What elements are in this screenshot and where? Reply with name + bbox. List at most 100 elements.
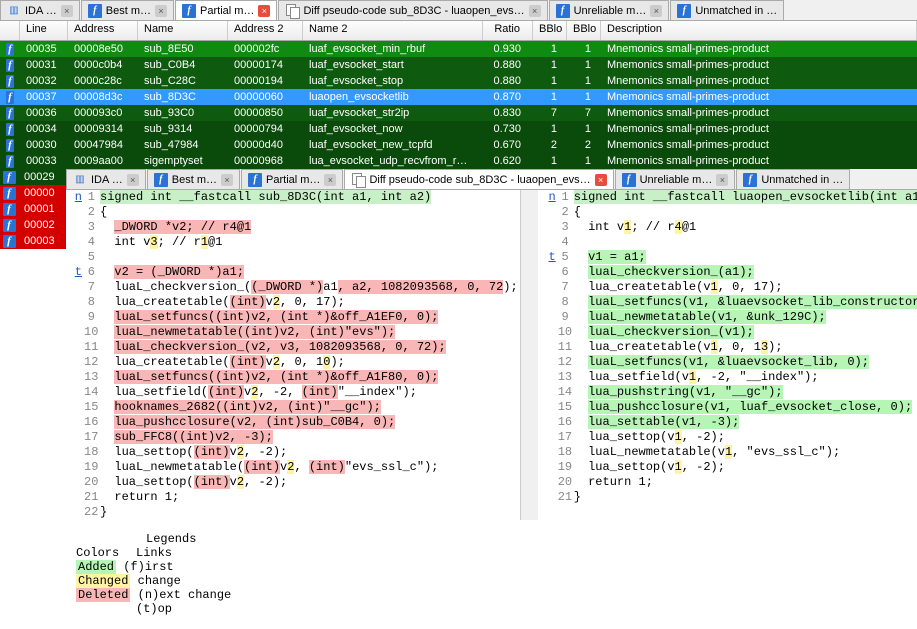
close-icon[interactable]: × bbox=[595, 174, 607, 186]
col-ratio[interactable]: Ratio bbox=[483, 21, 533, 40]
code-line[interactable]: 13 lua_setfield(v1, -2, "__index"); bbox=[540, 370, 917, 385]
col-name2[interactable]: Name 2 bbox=[303, 21, 483, 40]
close-icon[interactable]: × bbox=[716, 174, 728, 186]
close-icon[interactable]: × bbox=[650, 5, 662, 17]
col-address[interactable]: Address bbox=[68, 21, 138, 40]
function-icon: f bbox=[6, 123, 14, 136]
table-row[interactable]: f00003 bbox=[0, 233, 66, 249]
tab[interactable]: fBest m…× bbox=[147, 169, 240, 189]
code-line[interactable]: 18 lua_settop((int)v2, -2); bbox=[66, 445, 518, 460]
grid-header: Line Address Name Address 2 Name 2 Ratio… bbox=[0, 21, 917, 41]
table-row[interactable]: f00001 bbox=[0, 201, 66, 217]
code-line[interactable]: 20 return 1; bbox=[540, 475, 917, 490]
table-row[interactable]: f00002 bbox=[0, 217, 66, 233]
code-line[interactable]: n1signed int __fastcall luaopen_evsocket… bbox=[540, 190, 917, 205]
code-line[interactable]: 19 lua_settop(v1, -2); bbox=[540, 460, 917, 475]
code-line[interactable]: 17 lua_settop(v1, -2); bbox=[540, 430, 917, 445]
tab[interactable]: Diff pseudo-code sub_8D3C - luaopen_evs…… bbox=[344, 169, 613, 189]
close-icon[interactable]: × bbox=[155, 5, 167, 17]
code-line[interactable]: 15 lua_pushcclosure(v1, luaf_evsocket_cl… bbox=[540, 400, 917, 415]
code-line[interactable]: 3 int v1; // r4@1 bbox=[540, 220, 917, 235]
code-line[interactable]: 5 bbox=[66, 250, 518, 265]
close-icon[interactable]: × bbox=[61, 5, 73, 17]
code-line[interactable]: t5 v1 = a1; bbox=[540, 250, 917, 265]
close-icon[interactable]: × bbox=[127, 174, 139, 186]
col-line[interactable]: Line bbox=[20, 21, 68, 40]
scrollbar[interactable] bbox=[520, 190, 538, 520]
code-line[interactable]: 8 lua_createtable((int)v2, 0, 17); bbox=[66, 295, 518, 310]
tab[interactable]: Diff pseudo-code sub_8D3C - luaopen_evs…… bbox=[278, 0, 547, 20]
code-line[interactable]: 2{ bbox=[540, 205, 917, 220]
code-line[interactable]: 16 lua_settable(v1, -3); bbox=[540, 415, 917, 430]
function-icon: f bbox=[182, 4, 196, 18]
code-line[interactable]: 6 luaL_checkversion_(a1); bbox=[540, 265, 917, 280]
right-code-pane[interactable]: n1signed int __fastcall luaopen_evsocket… bbox=[540, 190, 917, 520]
function-icon: f bbox=[154, 173, 168, 187]
close-icon[interactable]: × bbox=[221, 174, 233, 186]
col-address2[interactable]: Address 2 bbox=[228, 21, 303, 40]
code-line[interactable]: 9 luaL_newmetatable(v1, &unk_129C); bbox=[540, 310, 917, 325]
table-row[interactable]: f00000 bbox=[0, 185, 66, 201]
code-line[interactable]: 17 sub_FFC8((int)v2, -3); bbox=[66, 430, 518, 445]
table-row[interactable]: f000320000c28csub_C28C00000194luaf_evsoc… bbox=[0, 73, 917, 89]
code-line[interactable]: 16 lua_pushcclosure(v2, (int)sub_C0B4, 0… bbox=[66, 415, 518, 430]
close-icon[interactable]: × bbox=[258, 5, 270, 17]
col-bbl2[interactable]: BBlo bbox=[567, 21, 601, 40]
inner-tabbar: ▥IDA …×fBest m…×fPartial m…×Diff pseudo-… bbox=[66, 169, 917, 190]
function-icon: f bbox=[3, 187, 16, 200]
code-line[interactable]: 11 luaL_checkversion_(v2, v3, 1082093568… bbox=[66, 340, 518, 355]
table-row[interactable]: f000330009aa00sigemptyset00000968lua_evs… bbox=[0, 153, 917, 169]
code-line[interactable]: n1signed int __fastcall sub_8D3C(int a1,… bbox=[66, 190, 518, 205]
code-line[interactable]: 20 lua_settop((int)v2, -2); bbox=[66, 475, 518, 490]
tab[interactable]: ▥IDA …× bbox=[0, 0, 80, 20]
tab[interactable]: fUnreliable m…× bbox=[549, 0, 670, 20]
code-line[interactable]: 9 luaL_setfuncs((int)v2, (int *)&off_A1E… bbox=[66, 310, 518, 325]
code-line[interactable]: 14 lua_pushstring(v1, "__gc"); bbox=[540, 385, 917, 400]
table-row[interactable]: f0003400009314sub_931400000794luaf_evsoc… bbox=[0, 121, 917, 137]
tab[interactable]: fBest m…× bbox=[81, 0, 174, 20]
tab[interactable]: fPartial m…× bbox=[241, 169, 343, 189]
code-line[interactable]: 10 luaL_checkversion_(v1); bbox=[540, 325, 917, 340]
code-line[interactable]: 22} bbox=[66, 505, 518, 520]
function-icon: f bbox=[622, 173, 636, 187]
col-bbl1[interactable]: BBlo bbox=[533, 21, 567, 40]
code-line[interactable]: 7 lua_createtable(v1, 0, 17); bbox=[540, 280, 917, 295]
function-icon: f bbox=[6, 139, 14, 152]
tab[interactable]: fUnreliable m…× bbox=[615, 169, 736, 189]
code-line[interactable]: 4 bbox=[540, 235, 917, 250]
code-line[interactable]: 21} bbox=[540, 490, 917, 505]
table-row[interactable]: f0003000047984sub_4798400000d40luaf_evso… bbox=[0, 137, 917, 153]
table-row[interactable]: f00036000093c0sub_93C000000850luaf_evsoc… bbox=[0, 105, 917, 121]
code-line[interactable]: 3 _DWORD *v2; // r4@1 bbox=[66, 220, 518, 235]
code-line[interactable]: 10 luaL_newmetatable((int)v2, (int)"evs"… bbox=[66, 325, 518, 340]
code-line[interactable]: 15 hooknames_2682((int)v2, (int)"__gc"); bbox=[66, 400, 518, 415]
code-line[interactable]: 18 luaL_newmetatable(v1, "evs_ssl_c"); bbox=[540, 445, 917, 460]
code-line[interactable]: 19 luaL_newmetatable((int)v2, (int)"evs_… bbox=[66, 460, 518, 475]
code-line[interactable]: 13 luaL_setfuncs((int)v2, (int *)&off_A1… bbox=[66, 370, 518, 385]
col-name[interactable]: Name bbox=[138, 21, 228, 40]
code-line[interactable]: 8 luaL_setfuncs(v1, &luaevsocket_lib_con… bbox=[540, 295, 917, 310]
code-line[interactable]: 2{ bbox=[66, 205, 518, 220]
code-line[interactable]: t6 v2 = (_DWORD *)a1; bbox=[66, 265, 518, 280]
close-icon[interactable]: × bbox=[529, 5, 541, 17]
table-row[interactable]: f00029 bbox=[0, 169, 66, 185]
tab[interactable]: fPartial m…× bbox=[175, 0, 277, 20]
tab[interactable]: fUnmatched in … bbox=[736, 169, 850, 189]
table-row[interactable]: f000310000c0b4sub_C0B400000174luaf_evsoc… bbox=[0, 57, 917, 73]
tab[interactable]: ▥IDA …× bbox=[66, 169, 146, 189]
col-desc[interactable]: Description bbox=[601, 21, 917, 40]
table-row[interactable]: f0003700008d3csub_8D3C00000060luaopen_ev… bbox=[0, 89, 917, 105]
left-code-pane[interactable]: n1signed int __fastcall sub_8D3C(int a1,… bbox=[66, 190, 518, 520]
close-icon[interactable]: × bbox=[324, 174, 336, 186]
code-line[interactable]: 12 luaL_setfuncs(v1, &luaevsocket_lib, 0… bbox=[540, 355, 917, 370]
code-line[interactable]: 4 int v3; // r1@1 bbox=[66, 235, 518, 250]
tab[interactable]: fUnmatched in … bbox=[670, 0, 784, 20]
table-row[interactable]: f0003500008e50sub_8E50000002fcluaf_evsoc… bbox=[0, 41, 917, 57]
code-line[interactable]: 21 return 1; bbox=[66, 490, 518, 505]
legend: Legends ColorsLinks Added (f)irst Change… bbox=[66, 526, 917, 622]
code-line[interactable]: 11 lua_createtable(v1, 0, 13); bbox=[540, 340, 917, 355]
code-line[interactable]: 7 luaL_checkversion_((_DWORD *)a1, a2, 1… bbox=[66, 280, 518, 295]
code-line[interactable]: 14 lua_setfield((int)v2, -2, (int)"__ind… bbox=[66, 385, 518, 400]
code-line[interactable]: 12 lua_createtable((int)v2, 0, 10); bbox=[66, 355, 518, 370]
function-icon: f bbox=[248, 173, 262, 187]
